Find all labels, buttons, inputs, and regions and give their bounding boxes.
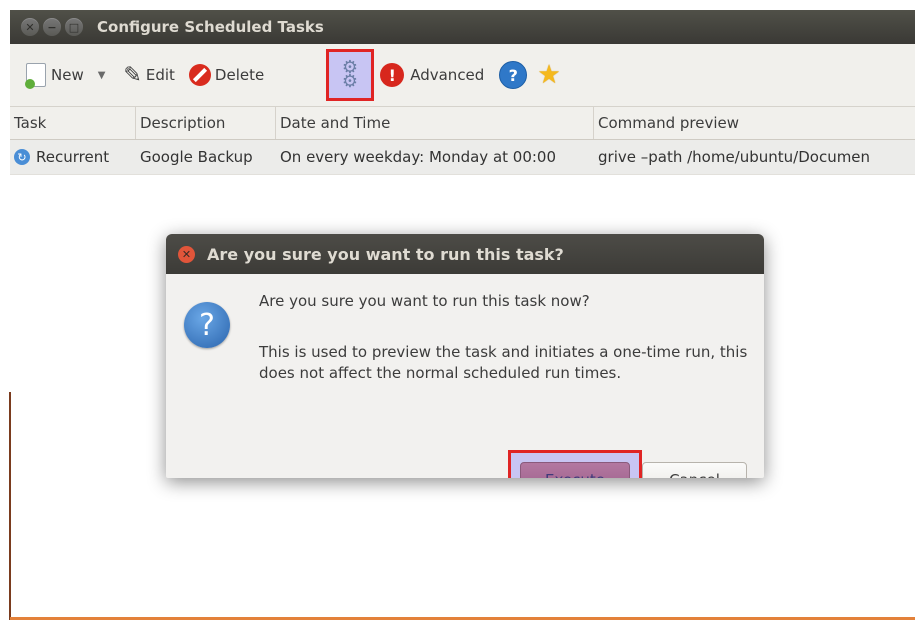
column-header-description[interactable]: Description — [136, 107, 276, 139]
dialog-title: Are you sure you want to run this task? — [207, 244, 564, 264]
help-icon: ? — [499, 61, 528, 89]
table-header: Task Description Date and Time Command p… — [10, 107, 915, 140]
left-border-decoration — [0, 392, 12, 620]
dialog-primary-text: Are you sure you want to run this task n… — [259, 292, 590, 310]
main-window: ✕ − □ Configure Scheduled Tasks New ▼ ✎ … — [0, 0, 915, 620]
confirm-run-dialog: ✕ Are you sure you want to run this task… — [166, 234, 764, 478]
column-header-command-preview[interactable]: Command preview — [594, 107, 915, 139]
window-minimize-button[interactable]: − — [43, 18, 61, 36]
window-title: Configure Scheduled Tasks — [97, 18, 324, 36]
pencil-icon: ✎ — [123, 62, 142, 88]
window-close-button[interactable]: ✕ — [21, 18, 39, 36]
new-button[interactable]: New — [25, 57, 84, 93]
window-maximize-button[interactable]: □ — [65, 18, 83, 36]
dialog-body: ? Are you sure you want to run this task… — [166, 274, 764, 478]
new-dropdown-button[interactable]: ▼ — [84, 57, 106, 93]
chevron-down-icon: ▼ — [97, 69, 106, 81]
advanced-label: Advanced — [410, 66, 485, 84]
window-titlebar: ✕ − □ Configure Scheduled Tasks — [10, 10, 915, 44]
delete-icon — [188, 64, 211, 86]
new-label: New — [51, 66, 84, 84]
task-type-text: Recurrent — [36, 148, 110, 166]
advanced-button[interactable]: ! Advanced — [380, 57, 484, 93]
delete-button[interactable]: Delete — [188, 57, 265, 93]
column-header-task[interactable]: Task — [10, 107, 136, 139]
gears-icon: ⚙ ⚙ — [341, 57, 359, 92]
run-task-button[interactable]: ⚙ ⚙ — [326, 49, 374, 101]
question-icon: ? — [184, 302, 230, 348]
recurrent-icon: ↻ — [14, 149, 30, 165]
star-icon: ★ — [537, 60, 561, 90]
dialog-secondary-text: This is used to preview the task and ini… — [259, 343, 748, 382]
tasks-table: Task Description Date and Time Command p… — [10, 107, 915, 175]
edit-label: Edit — [145, 66, 175, 84]
delete-label: Delete — [214, 66, 265, 84]
dialog-titlebar: ✕ Are you sure you want to run this task… — [166, 234, 764, 274]
toolbar: New ▼ ✎ Edit Delete ! Advanced ? ★ — [10, 44, 915, 107]
table-row[interactable]: ↻ Recurrent Google Backup On every weekd… — [10, 140, 915, 175]
edit-button[interactable]: ✎ Edit — [123, 57, 175, 93]
help-button[interactable]: ? — [499, 57, 528, 93]
about-button[interactable]: ★ — [537, 57, 560, 93]
column-header-date-time[interactable]: Date and Time — [276, 107, 594, 139]
cell-task: ↻ Recurrent — [10, 140, 136, 174]
new-document-icon — [25, 63, 46, 89]
cell-date-time: On every weekday: Monday at 00:00 — [280, 148, 557, 166]
cell-command-preview: grive –path /home/ubuntu/Documen — [598, 148, 871, 166]
execute-button[interactable]: Execute — [520, 462, 630, 478]
cell-description: Google Backup — [140, 148, 253, 166]
dialog-close-button[interactable]: ✕ — [178, 245, 195, 263]
cancel-button[interactable]: Cancel — [642, 462, 747, 478]
advanced-icon: ! — [380, 63, 405, 87]
